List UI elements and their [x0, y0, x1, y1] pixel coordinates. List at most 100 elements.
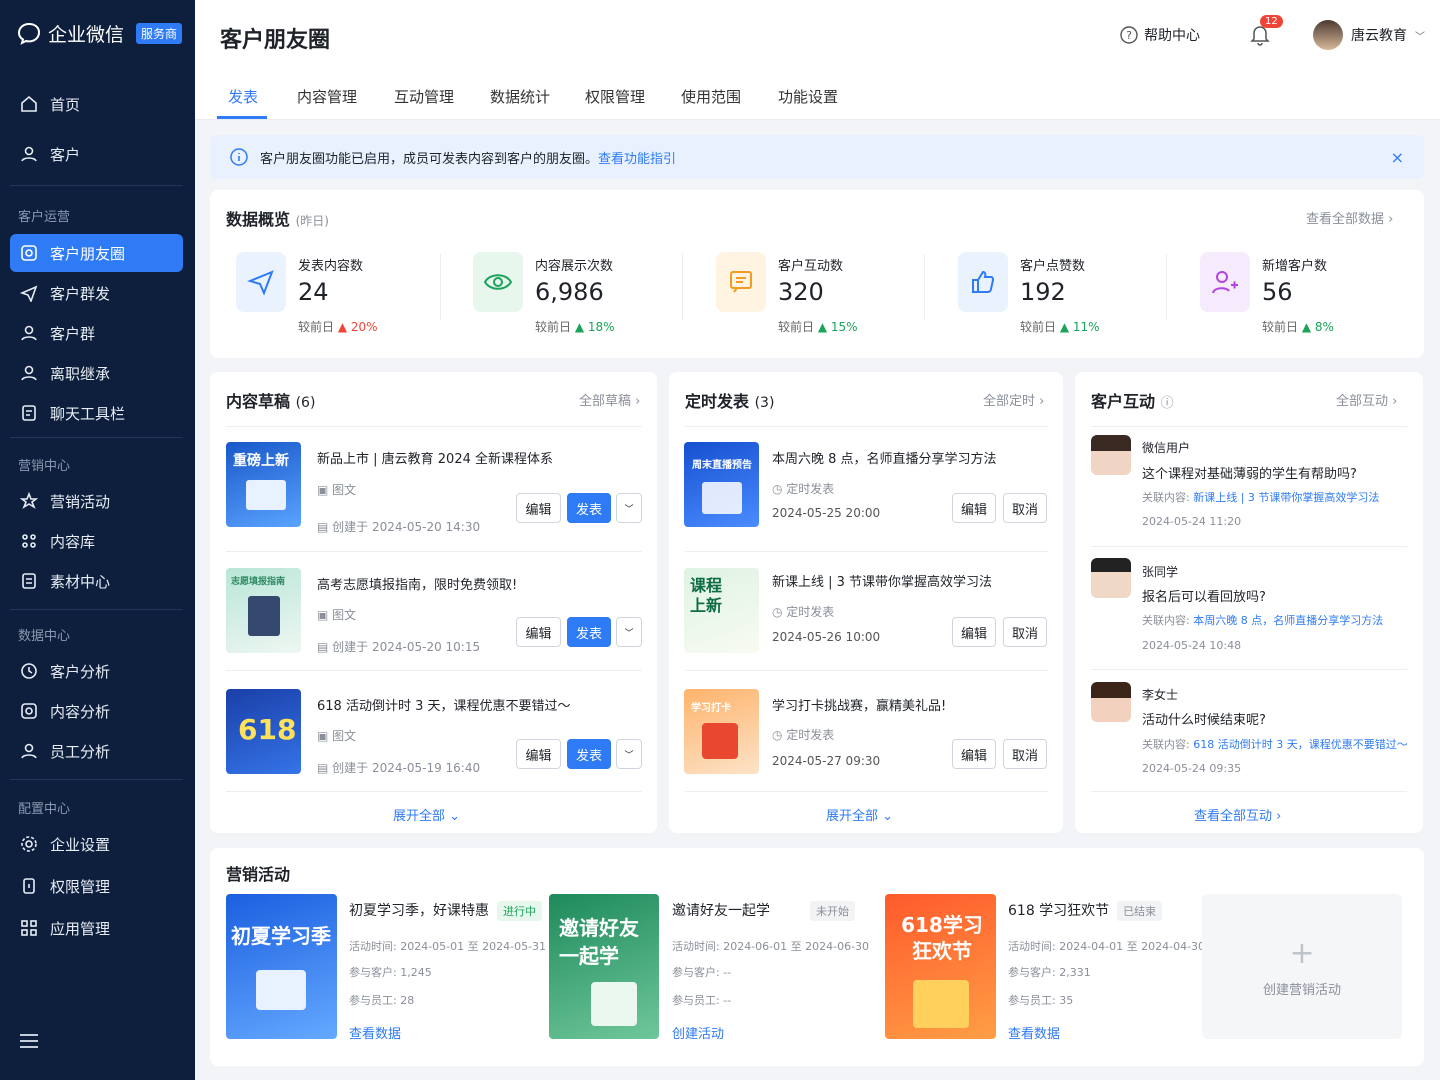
tab-content[interactable]: 内容管理	[297, 86, 357, 107]
sidebar-item-materials[interactable]: 素材中心	[10, 562, 183, 600]
edit-button[interactable]: 编辑	[952, 739, 996, 769]
scheduled-expand-link[interactable]: 展开全部 ⌄	[826, 805, 893, 824]
svg-text:?: ?	[1126, 29, 1132, 42]
more-dropdown[interactable]: ﹀	[616, 617, 642, 647]
scheduled-thumb: 周末直播预告	[684, 442, 759, 527]
all-drafts-link[interactable]: 全部草稿 ›	[579, 390, 640, 409]
campaign-action-link[interactable]: 查看数据	[1008, 1023, 1060, 1042]
more-dropdown[interactable]: ﹀	[616, 739, 642, 769]
status-badge: 进行中	[497, 901, 542, 921]
notice-text: 客户朋友圈功能已启用，成员可发表内容到客户的朋友圈。	[260, 151, 599, 167]
related-content-link[interactable]: 新课上线 | 3 节课带你掌握高效学习法	[1193, 491, 1379, 504]
more-dropdown[interactable]: ﹀	[616, 493, 642, 523]
sidebar-item-activity[interactable]: 营销活动	[10, 482, 183, 520]
overview-title: 数据概览 (昨日)	[226, 210, 329, 229]
help-icon: ?	[1120, 26, 1138, 44]
campaign-title[interactable]: 618 学习狂欢节 已结束	[1008, 900, 1163, 921]
chevron-down-icon: ﹀	[1415, 31, 1425, 43]
draft-type: ▣ 图文	[317, 483, 357, 497]
scheduled-type: ◷ 定时发表	[772, 482, 835, 496]
staff-icon	[21, 743, 37, 759]
sidebar-item-content-analysis[interactable]: 内容分析	[10, 692, 183, 730]
sidebar-item-mass[interactable]: 客户群发	[10, 274, 183, 312]
create-campaign-button[interactable]: + 创建营销活动	[1202, 894, 1402, 1039]
sidebar-item-groups[interactable]: 客户群	[10, 314, 183, 352]
draft-title[interactable]: 新品上市 | 唐云教育 2024 全新课程体系	[317, 448, 553, 467]
campaign-action-link[interactable]: 创建活动	[672, 1023, 724, 1042]
chevron-down-icon: ﹀	[624, 628, 634, 639]
edit-button[interactable]: 编辑	[516, 617, 561, 647]
sidebar-item-library[interactable]: 内容库	[10, 522, 183, 560]
tab-underline	[217, 116, 267, 119]
scheduled-title-text[interactable]: 新课上线 | 3 节课带你掌握高效学习法	[772, 571, 992, 590]
draft-title[interactable]: 高考志愿填报指南，限时免费领取!	[317, 574, 517, 593]
avatar	[1091, 558, 1131, 598]
cancel-button[interactable]: 取消	[1003, 739, 1047, 769]
sidebar-item-staff-analysis[interactable]: 员工分析	[10, 732, 183, 770]
publish-button[interactable]: 发表	[567, 739, 611, 769]
campaign-title[interactable]: 初夏学习季，好课特惠 进行中	[349, 900, 542, 921]
edit-button[interactable]: 编辑	[516, 739, 561, 769]
sidebar-section-config: 配置中心	[18, 802, 71, 817]
campaign-title[interactable]: 邀请好友一起学 未开始	[672, 900, 855, 921]
sidebar-item-resign[interactable]: 离职继承	[10, 354, 183, 392]
tab-permissions[interactable]: 权限管理	[585, 86, 645, 107]
all-interactions-link[interactable]: 全部互动 ›	[1336, 390, 1397, 409]
edit-button[interactable]: 编辑	[952, 493, 996, 523]
tab-stats[interactable]: 数据统计	[490, 86, 550, 107]
related-content-link[interactable]: 本周六晚 8 点，名师直播分享学习方法	[1193, 614, 1383, 627]
scheduled-title: 定时发表 (3)	[685, 392, 775, 411]
sidebar-item-customer[interactable]: 客户	[10, 135, 183, 173]
campaign-action-link[interactable]: 查看数据	[349, 1023, 401, 1042]
view-all-interactions-link[interactable]: 查看全部互动 ›	[1194, 805, 1281, 824]
all-scheduled-link[interactable]: 全部定时 ›	[983, 390, 1044, 409]
content-icon	[21, 703, 37, 719]
sidebar-item-moments[interactable]: 客户朋友圈	[10, 234, 183, 272]
publish-button[interactable]: 发表	[567, 617, 611, 647]
wecom-logo-icon	[17, 22, 41, 45]
sidebar-item-toolbar[interactable]: 聊天工具栏	[10, 394, 183, 432]
help-center-link[interactable]: ? 帮助中心	[1120, 25, 1200, 45]
sidebar-item-corp-settings[interactable]: 企业设置	[10, 825, 183, 863]
edit-button[interactable]: 编辑	[516, 493, 561, 523]
notice-guide-link[interactable]: 查看功能指引	[598, 152, 676, 167]
drafts-expand-link[interactable]: 展开全部 ⌄	[393, 805, 460, 824]
tab-scope[interactable]: 使用范围	[681, 86, 741, 107]
sidebar-item-perm[interactable]: 权限管理	[10, 867, 183, 905]
stat-likes: 客户点赞数 192 较前日 ▲ 11%	[958, 250, 1178, 340]
tab-settings[interactable]: 功能设置	[778, 86, 838, 107]
view-all-data-link[interactable]: 查看全部数据 ›	[1306, 208, 1393, 227]
scheduled-thumb: 学习打卡	[684, 689, 759, 774]
menu-collapse-icon[interactable]	[20, 1033, 38, 1049]
toolbar-icon	[22, 405, 36, 421]
brand-logo: 企业微信 服务商	[16, 20, 183, 47]
stat-new-customers: 新增客户数 56 较前日 ▲ 8%	[1200, 250, 1420, 340]
cancel-button[interactable]: 取消	[1003, 493, 1047, 523]
notice-banner: 客户朋友圈功能已启用，成员可发表内容到客户的朋友圈。查看功能指引 ×	[210, 135, 1424, 179]
tab-publish[interactable]: 发表	[228, 86, 258, 107]
scheduled-type: ◷ 定时发表	[772, 728, 835, 742]
draft-type: ▣ 图文	[317, 729, 357, 743]
scheduled-title-text[interactable]: 学习打卡挑战赛，赢精美礼品!	[772, 695, 946, 714]
sidebar-item-home[interactable]: 首页	[10, 85, 183, 123]
comment-text: 活动什么时候结束呢?	[1142, 713, 1266, 728]
home-icon	[21, 95, 37, 112]
tab-bar: 发表 内容管理 互动管理 数据统计 权限管理 使用范围 功能设置	[195, 70, 1440, 120]
sidebar-item-cust-analysis[interactable]: 客户分析	[10, 652, 183, 690]
notification-bell[interactable]: 12	[1250, 15, 1283, 50]
sidebar-item-apps[interactable]: 应用管理	[10, 909, 183, 947]
related-content-link[interactable]: 618 活动倒计时 3 天，课程优惠不要错过～	[1193, 738, 1407, 751]
cancel-button[interactable]: 取消	[1003, 617, 1047, 647]
sidebar-section-marketing: 营销中心	[18, 459, 71, 474]
scheduled-title-text[interactable]: 本周六晚 8 点，名师直播分享学习方法	[772, 448, 997, 467]
user-icon	[21, 146, 37, 162]
close-icon[interactable]: ×	[1391, 148, 1404, 167]
clock-icon	[21, 663, 37, 679]
tab-interaction[interactable]: 互动管理	[394, 86, 454, 107]
plus-icon: +	[1289, 935, 1315, 971]
user-menu[interactable]: 唐云教育 ﹀	[1313, 20, 1425, 50]
edit-button[interactable]: 编辑	[952, 617, 996, 647]
publish-button[interactable]: 发表	[567, 493, 611, 523]
draft-title[interactable]: 618 活动倒计时 3 天，课程优惠不要错过～	[317, 695, 570, 714]
send-icon	[20, 285, 38, 302]
